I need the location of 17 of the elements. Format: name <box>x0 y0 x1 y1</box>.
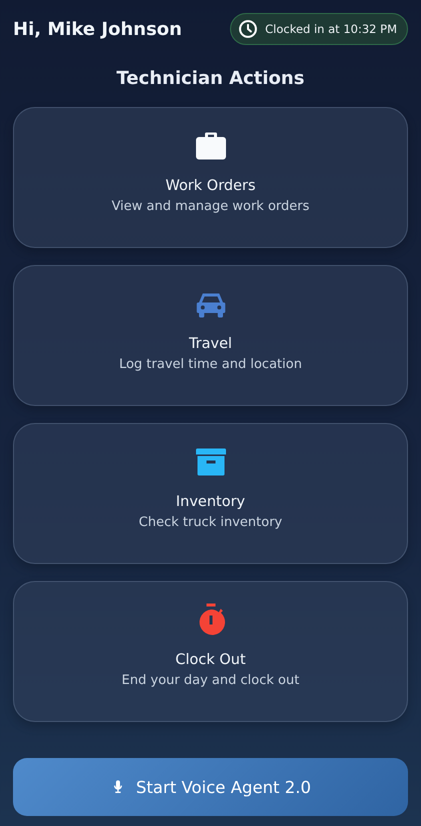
action-subtitle: View and manage work orders <box>112 199 310 214</box>
action-subtitle: Log travel time and location <box>119 357 302 372</box>
section-title: Technician Actions <box>116 68 306 89</box>
action-card[interactable]: Clock Out End your day and clock out <box>13 581 408 722</box>
clock-icon <box>238 19 258 39</box>
action-card[interactable]: Inventory Check truck inventory <box>13 423 408 564</box>
action-title: Inventory <box>176 494 246 510</box>
action-title: Work Orders <box>165 178 256 194</box>
action-subtitle: Check truck inventory <box>138 515 282 530</box>
voice-agent-button[interactable]: Start Voice Agent 2.0 <box>13 758 408 816</box>
action-title: Clock Out <box>175 652 246 668</box>
action-card[interactable]: Work Orders View and manage work orders <box>13 107 408 248</box>
action-title: Travel <box>188 336 232 352</box>
action-card[interactable]: Travel Log travel time and location <box>13 265 408 406</box>
action-subtitle: End your day and clock out <box>122 673 300 688</box>
clocked-in-text: Clocked in at 10:32 PM <box>265 22 397 36</box>
greeting: Hi, Mike Johnson <box>13 18 182 40</box>
